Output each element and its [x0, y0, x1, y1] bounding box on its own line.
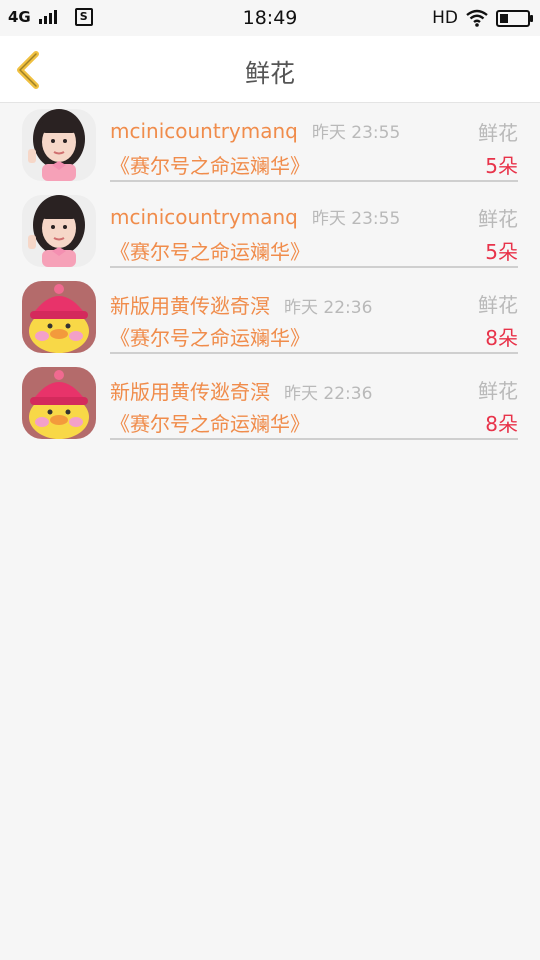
record-time: 昨天 22:36 — [284, 384, 373, 404]
status-right: HD — [432, 8, 533, 28]
record-content: mcinicountrymanq 昨天 23:55 鲜花 《赛尔号之命运斓华》 5… — [110, 202, 518, 268]
girl-avatar-icon — [22, 195, 96, 267]
book-title[interactable]: 《赛尔号之命运斓华》 — [110, 150, 310, 179]
duck-avatar-icon — [22, 367, 96, 439]
list-item[interactable]: 新版用黄传逖奇溟 昨天 22:36 鲜花 《赛尔号之命运斓华》 8朵 — [0, 274, 540, 360]
record-header: mcinicountrymanq 昨天 23:55 — [110, 204, 518, 232]
gift-count: 8朵 — [485, 412, 518, 436]
hd-indicator: HD — [432, 8, 458, 28]
duck-avatar-icon — [22, 281, 96, 353]
page-title: 鲜花 — [244, 59, 295, 88]
gift-type: 鲜花 — [478, 121, 518, 145]
sender-name[interactable]: 新版用黄传逖奇溟 — [110, 294, 270, 318]
avatar[interactable] — [22, 109, 96, 181]
record-time: 昨天 22:36 — [284, 298, 373, 318]
gift-count: 8朵 — [485, 326, 518, 350]
gift-type: 鲜花 — [478, 379, 518, 403]
gift-count: 5朵 — [485, 154, 518, 178]
book-title[interactable]: 《赛尔号之命运斓华》 — [110, 408, 310, 437]
sender-name[interactable]: 新版用黄传逖奇溟 — [110, 380, 270, 404]
avatar[interactable] — [22, 281, 96, 353]
sender-name[interactable]: mcinicountrymanq — [110, 119, 298, 143]
avatar[interactable] — [22, 195, 96, 267]
record-content: 新版用黄传逖奇溟 昨天 22:36 鲜花 《赛尔号之命运斓华》 8朵 — [110, 288, 518, 354]
status-bar: 4G S 18:49 HD — [0, 0, 540, 36]
book-title[interactable]: 《赛尔号之命运斓华》 — [110, 236, 310, 265]
list-item[interactable]: mcinicountrymanq 昨天 23:55 鲜花 《赛尔号之命运斓华》 5… — [0, 188, 540, 274]
record-header: 新版用黄传逖奇溟 昨天 22:36 — [110, 376, 518, 404]
wifi-icon — [466, 9, 488, 27]
girl-avatar-icon — [22, 109, 96, 181]
record-time: 昨天 23:55 — [311, 123, 401, 143]
record-header: mcinicountrymanq 昨天 23:55 — [110, 118, 518, 146]
record-time: 昨天 23:55 — [311, 209, 401, 229]
list-item[interactable]: 新版用黄传逖奇溟 昨天 22:36 鲜花 《赛尔号之命运斓华》 8朵 — [0, 360, 540, 446]
gift-count: 5朵 — [485, 240, 518, 264]
gift-type: 鲜花 — [478, 293, 518, 317]
book-title[interactable]: 《赛尔号之命运斓华》 — [110, 322, 310, 351]
top-bar: 鲜花 — [0, 36, 540, 103]
list-item[interactable]: mcinicountrymanq 昨天 23:55 鲜花 《赛尔号之命运斓华》 5… — [0, 102, 540, 188]
gift-type: 鲜花 — [478, 207, 518, 231]
record-header: 新版用黄传逖奇溟 昨天 22:36 — [110, 290, 518, 318]
gift-record-list: mcinicountrymanq 昨天 23:55 鲜花 《赛尔号之命运斓华》 5… — [0, 102, 540, 446]
record-content: 新版用黄传逖奇溟 昨天 22:36 鲜花 《赛尔号之命运斓华》 8朵 — [110, 374, 518, 440]
battery-icon — [496, 9, 533, 27]
avatar[interactable] — [22, 367, 96, 439]
sender-name[interactable]: mcinicountrymanq — [110, 205, 298, 229]
record-content: mcinicountrymanq 昨天 23:55 鲜花 《赛尔号之命运斓华》 5… — [110, 116, 518, 182]
